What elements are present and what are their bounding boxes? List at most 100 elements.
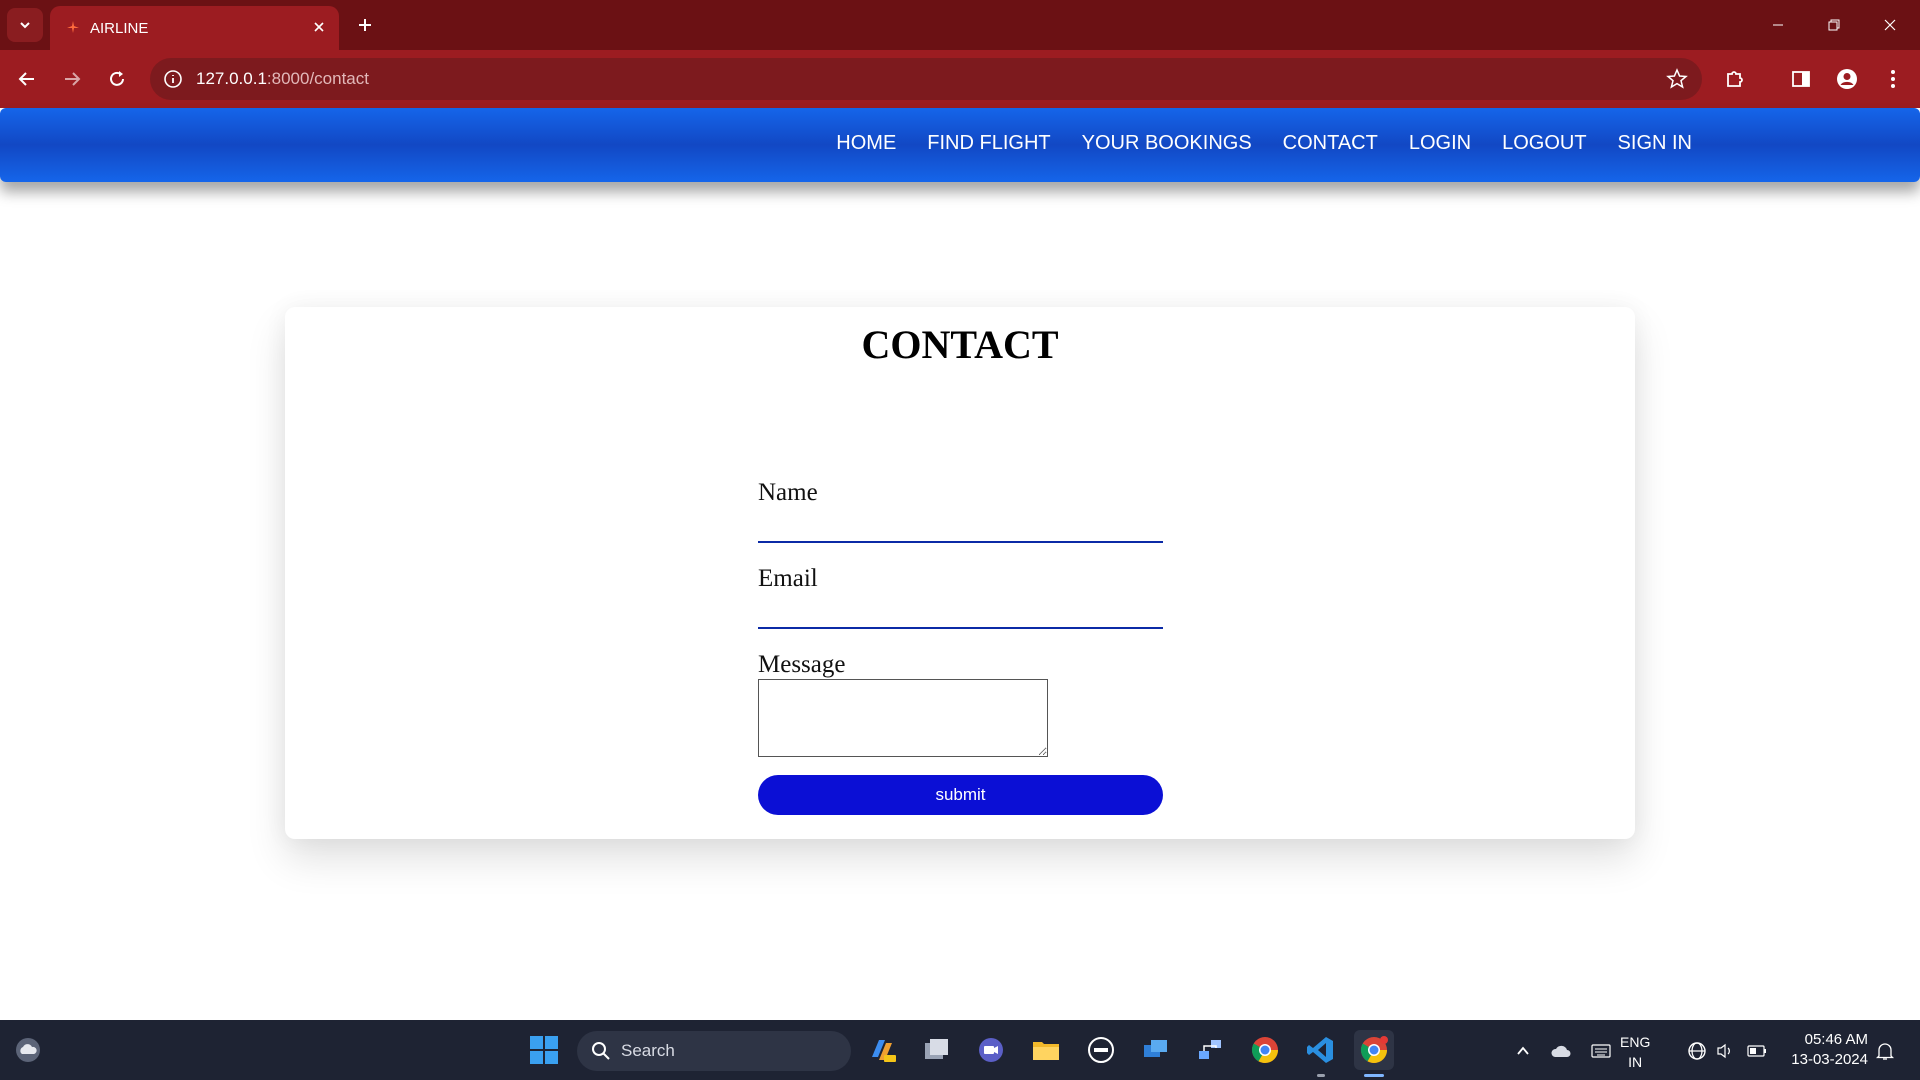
- nav-link-find-flight[interactable]: FIND FLIGHT: [927, 132, 1050, 155]
- keyboard-tray[interactable]: [1588, 1038, 1614, 1064]
- extensions-button[interactable]: [1718, 62, 1752, 96]
- copilot-icon: [872, 1040, 896, 1062]
- nav-link-logout[interactable]: LOGOUT: [1502, 132, 1586, 155]
- back-button[interactable]: [10, 62, 44, 96]
- clock-time: 05:46 AM: [1804, 1031, 1868, 1048]
- network-tray[interactable]: [1684, 1038, 1710, 1064]
- taskbar: Search ENG IN 05:46 AM 13-03-2024: [0, 1020, 1920, 1080]
- star-icon[interactable]: [1666, 68, 1688, 90]
- nav-link-your-bookings[interactable]: YOUR BOOKINGS: [1082, 132, 1252, 155]
- tab-close-button[interactable]: [309, 17, 329, 37]
- dell-logo-icon: [1088, 1037, 1114, 1063]
- contact-card: CONTACT Name Email Message submit: [285, 307, 1635, 839]
- minimize-button[interactable]: [1750, 0, 1806, 50]
- tab-title: AIRLINE: [90, 20, 149, 37]
- show-hidden-icons-button[interactable]: [1510, 1038, 1536, 1064]
- nav-link-home[interactable]: HOME: [836, 132, 896, 155]
- battery-tray[interactable]: [1744, 1038, 1770, 1064]
- notifications-button[interactable]: [1872, 1038, 1898, 1064]
- taskbar-app-dell[interactable]: [1081, 1030, 1121, 1070]
- windows-logo-icon: [530, 1036, 558, 1064]
- puzzle-icon: [1727, 71, 1743, 87]
- cloud-icon: [1551, 1045, 1571, 1057]
- video-chat-icon: [979, 1038, 1003, 1062]
- taskbar-app-vscode[interactable]: [1300, 1030, 1340, 1070]
- nav-link-sign-in[interactable]: SIGN IN: [1618, 132, 1692, 155]
- region-code: IN: [1628, 1054, 1643, 1070]
- volume-tray[interactable]: [1712, 1038, 1738, 1064]
- profile-icon: [1837, 69, 1857, 89]
- close-icon: [1884, 19, 1896, 31]
- language-indicator[interactable]: ENG IN: [1620, 1032, 1650, 1072]
- nav-link-login[interactable]: LOGIN: [1409, 132, 1471, 155]
- reload-button[interactable]: [100, 62, 134, 96]
- taskbar-app-chrome-active[interactable]: [1354, 1030, 1394, 1070]
- side-panel-button[interactable]: [1784, 62, 1818, 96]
- forward-button[interactable]: [55, 62, 89, 96]
- tab-search-button[interactable]: [7, 8, 43, 42]
- taskbar-app-task-view[interactable]: [917, 1030, 957, 1070]
- airplane-favicon-icon: [67, 21, 79, 33]
- clock-date: 13-03-2024: [1791, 1051, 1868, 1068]
- arrow-right-icon: [65, 72, 81, 86]
- taskbar-app-file-explorer[interactable]: [1026, 1030, 1066, 1070]
- language-code: ENG: [1620, 1034, 1651, 1050]
- chrome-icon: [1251, 1037, 1279, 1064]
- chrome-icon: [1360, 1036, 1388, 1064]
- taskbar-app-remote[interactable]: [1136, 1030, 1176, 1070]
- chevron-down-icon: [20, 22, 30, 29]
- globe-icon: [1688, 1042, 1706, 1060]
- plus-icon: [359, 19, 371, 31]
- submit-button[interactable]: submit: [758, 775, 1163, 815]
- chevron-up-icon: [1517, 1046, 1529, 1055]
- more-vertical-icon: [1891, 70, 1895, 88]
- speaker-icon: [1717, 1043, 1730, 1059]
- url-host: 127.0.0.1: [196, 69, 267, 88]
- app-running-indicator: [1317, 1074, 1325, 1077]
- network-icon: [1199, 1040, 1221, 1059]
- message-label: Message: [758, 651, 846, 678]
- restore-button[interactable]: [1806, 0, 1862, 50]
- folder-icon: [1033, 1042, 1059, 1060]
- task-view-icon: [925, 1039, 948, 1059]
- site-navbar: HOME FIND FLIGHT YOUR BOOKINGS CONTACT L…: [0, 108, 1920, 182]
- address-bar[interactable]: 127.0.0.1:8000/contact: [150, 58, 1702, 100]
- taskbar-search[interactable]: Search: [577, 1031, 851, 1071]
- taskbar-app-teams[interactable]: [971, 1030, 1011, 1070]
- nav-link-contact[interactable]: CONTACT: [1283, 132, 1378, 155]
- bell-icon: [1876, 1043, 1894, 1060]
- info-icon[interactable]: [162, 68, 184, 90]
- message-field[interactable]: [758, 679, 1048, 757]
- name-label: Name: [758, 479, 818, 506]
- browser-tab-active[interactable]: AIRLINE: [50, 6, 339, 50]
- taskbar-app-network[interactable]: [1190, 1030, 1230, 1070]
- start-button[interactable]: [524, 1030, 564, 1070]
- url-text[interactable]: 127.0.0.1:8000/contact: [196, 69, 369, 89]
- name-field[interactable]: [758, 507, 1163, 543]
- browser-tab-bar: AIRLINE: [0, 0, 1920, 50]
- close-icon: [314, 22, 324, 32]
- url-path: :8000/contact: [266, 69, 369, 88]
- taskbar-app-chrome[interactable]: [1245, 1030, 1285, 1070]
- profile-button[interactable]: [1830, 62, 1864, 96]
- onedrive-tray[interactable]: [1548, 1038, 1574, 1064]
- side-panel-icon: [1792, 71, 1810, 87]
- keyboard-icon: [1591, 1044, 1611, 1058]
- new-tab-button[interactable]: [350, 10, 380, 40]
- restore-icon: [1828, 19, 1840, 31]
- search-icon: [592, 1042, 610, 1060]
- browser-toolbar: 127.0.0.1:8000/contact: [0, 50, 1920, 108]
- page-title: CONTACT: [861, 322, 1059, 367]
- window-close-button[interactable]: [1862, 0, 1918, 50]
- vscode-icon: [1307, 1037, 1333, 1063]
- weather-widget[interactable]: [8, 1030, 48, 1070]
- menu-button[interactable]: [1876, 62, 1910, 96]
- app-active-indicator: [1364, 1074, 1384, 1077]
- email-field[interactable]: [758, 593, 1163, 629]
- nav-list: HOME FIND FLIGHT YOUR BOOKINGS CONTACT L…: [805, 132, 1692, 155]
- email-label: Email: [758, 565, 818, 592]
- taskbar-app-copilot[interactable]: [862, 1030, 902, 1070]
- clock[interactable]: 05:46 AM 13-03-2024: [1780, 1030, 1868, 1070]
